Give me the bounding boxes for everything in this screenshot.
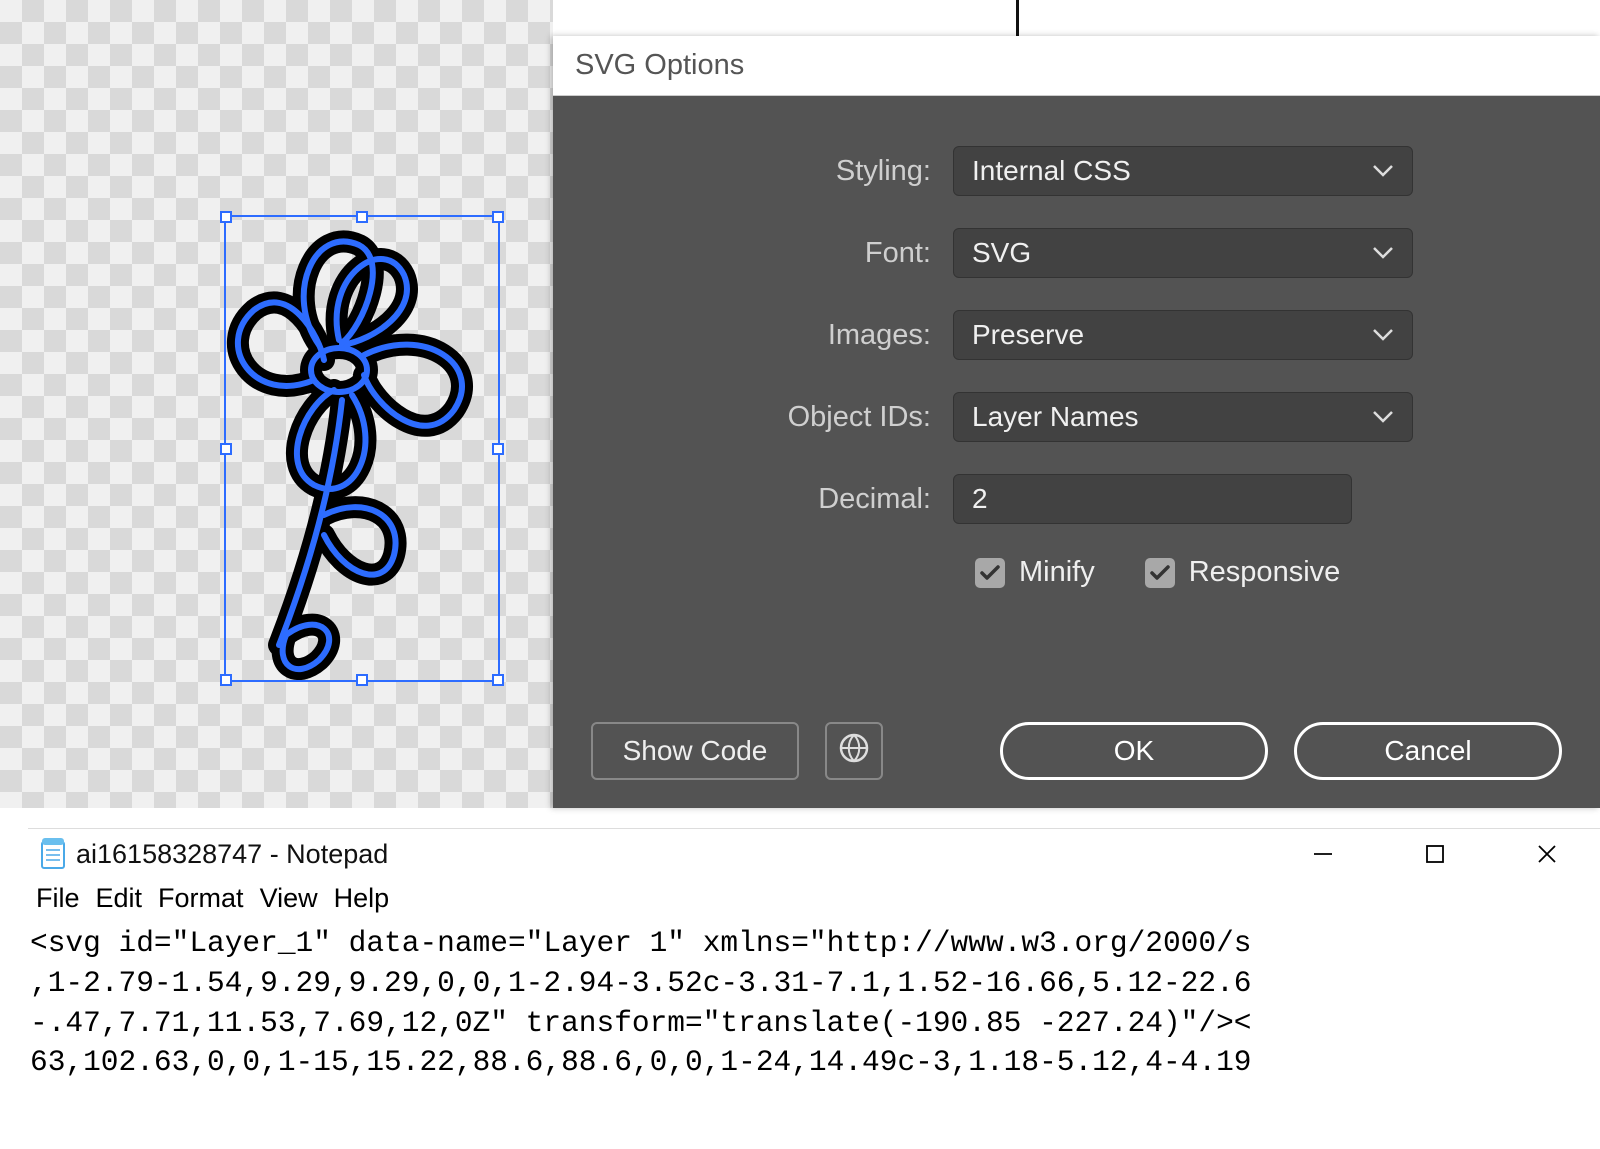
selection-handle-ml[interactable] <box>220 443 232 455</box>
notepad-menubar: File Edit Format View Help <box>28 879 1600 922</box>
images-value: Preserve <box>972 319 1084 351</box>
code-line: 63,102.63,0,0,1-15,15.22,88.6,88.6,0,0,1… <box>30 1043 1594 1083</box>
objectids-value: Layer Names <box>972 401 1139 433</box>
selection-handle-tm[interactable] <box>356 211 368 223</box>
font-label: Font: <box>603 237 953 270</box>
decimal-label: Decimal: <box>603 483 953 516</box>
check-icon <box>979 564 1001 582</box>
selection-handle-mr[interactable] <box>492 443 504 455</box>
chevron-down-icon <box>1372 328 1394 342</box>
code-line: ,1-2.79-1.54,9.29,9.29,0,0,1-2.94-3.52c-… <box>30 964 1594 1004</box>
font-value: SVG <box>972 237 1031 269</box>
svg-options-dialog: SVG Options Styling: Internal CSS Font: … <box>553 36 1600 808</box>
selection-handle-bl[interactable] <box>220 674 232 686</box>
minify-label: Minify <box>1019 556 1095 589</box>
preview-in-browser-button[interactable] <box>825 722 883 780</box>
styling-label: Styling: <box>603 155 953 188</box>
minify-checkbox[interactable]: Minify <box>975 556 1095 589</box>
dialog-titlebar: SVG Options <box>553 36 1600 96</box>
menu-help[interactable]: Help <box>334 883 390 914</box>
chevron-down-icon <box>1372 164 1394 178</box>
notepad-icon <box>38 836 68 872</box>
cancel-button[interactable]: Cancel <box>1294 722 1562 780</box>
decimal-input[interactable] <box>953 474 1352 524</box>
styling-dropdown[interactable]: Internal CSS <box>953 146 1413 196</box>
responsive-checkbox[interactable]: Responsive <box>1145 556 1341 589</box>
code-line: <svg id="Layer_1" data-name="Layer 1" xm… <box>30 924 1594 964</box>
code-line: -.47,7.71,11.53,7.69,12,0Z" transform="t… <box>30 1004 1594 1044</box>
dialog-title: SVG Options <box>575 49 744 82</box>
font-dropdown[interactable]: SVG <box>953 228 1413 278</box>
menu-format[interactable]: Format <box>158 883 244 914</box>
globe-icon <box>838 732 870 771</box>
notepad-titlebar[interactable]: ai16158328747 - Notepad <box>28 829 1600 879</box>
top-guide <box>1016 0 1019 36</box>
chevron-down-icon <box>1372 246 1394 260</box>
check-icon <box>1149 564 1171 582</box>
objectids-dropdown[interactable]: Layer Names <box>953 392 1413 442</box>
menu-view[interactable]: View <box>260 883 318 914</box>
notepad-title: ai16158328747 - Notepad <box>76 839 388 870</box>
ok-button[interactable]: OK <box>1000 722 1268 780</box>
show-code-button[interactable]: Show Code <box>591 722 799 780</box>
menu-file[interactable]: File <box>36 883 80 914</box>
minimize-button[interactable] <box>1308 839 1338 869</box>
selection-handle-tl[interactable] <box>220 211 232 223</box>
selection-handle-br[interactable] <box>492 674 504 686</box>
maximize-button[interactable] <box>1420 839 1450 869</box>
menu-edit[interactable]: Edit <box>96 883 143 914</box>
styling-value: Internal CSS <box>972 155 1131 187</box>
selection-handle-tr[interactable] <box>492 211 504 223</box>
selection-handle-bm[interactable] <box>356 674 368 686</box>
objectids-label: Object IDs: <box>603 401 953 434</box>
images-label: Images: <box>603 319 953 352</box>
close-button[interactable] <box>1532 839 1562 869</box>
responsive-label: Responsive <box>1189 556 1341 589</box>
images-dropdown[interactable]: Preserve <box>953 310 1413 360</box>
chevron-down-icon <box>1372 410 1394 424</box>
selection-bounding-box[interactable] <box>224 215 500 682</box>
notepad-window: ai16158328747 - Notepad File Edit Format… <box>28 828 1600 1149</box>
notepad-textarea[interactable]: <svg id="Layer_1" data-name="Layer 1" xm… <box>28 922 1600 1091</box>
